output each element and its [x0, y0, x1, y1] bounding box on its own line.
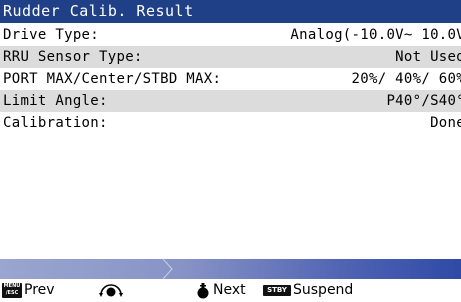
port-center-stbd-value: 20%/ 40%/ 60% — [351, 71, 461, 87]
result-list: Drive Type: Analog(-10.0V~ 10.0V RRU Sen… — [0, 24, 461, 134]
drive-type-label: Drive Type: — [3, 27, 100, 43]
row-rru-sensor-type: RRU Sensor Type: Not Used — [0, 46, 461, 68]
menu-key-top-text: MENU — [3, 283, 21, 289]
rudder-calib-result-screen: Rudder Calib. Result Drive Type: Analog(… — [0, 0, 461, 302]
suspend-button[interactable]: Suspend — [293, 279, 353, 302]
nav-strip — [0, 259, 461, 279]
port-center-stbd-label: PORT MAX/Center/STBD MAX: — [3, 71, 222, 87]
knob-push-icon[interactable] — [196, 283, 210, 299]
calibration-value: Done — [430, 115, 461, 131]
prev-button[interactable]: Prev — [24, 279, 55, 302]
next-button[interactable]: Next — [213, 279, 246, 302]
page-title: Rudder Calib. Result — [0, 0, 461, 23]
nav-chevron-divider — [162, 259, 173, 279]
limit-angle-label: Limit Angle: — [3, 93, 108, 109]
calibration-label: Calibration: — [3, 115, 108, 131]
menu-key-bottom-text: /ESC — [5, 290, 19, 296]
row-drive-type: Drive Type: Analog(-10.0V~ 10.0V — [0, 24, 461, 46]
drive-type-value: Analog(-10.0V~ 10.0V — [290, 27, 461, 43]
rru-sensor-type-label: RRU Sensor Type: — [3, 49, 143, 65]
rru-sensor-type-value: Not Used — [395, 49, 461, 65]
row-calibration: Calibration: Done — [0, 112, 461, 134]
row-limit-angle: Limit Angle: P40°/S40° — [0, 90, 461, 112]
row-port-center-stbd: PORT MAX/Center/STBD MAX: 20%/ 40%/ 60% — [0, 68, 461, 90]
stby-key-icon[interactable]: STBY — [263, 285, 291, 296]
rotary-dial-icon[interactable] — [98, 283, 124, 299]
menu-esc-key-icon[interactable]: MENU /ESC — [2, 283, 22, 298]
soft-key-bar: MENU /ESC Prev Next STBY Suspend — [0, 279, 461, 302]
limit-angle-value: P40°/S40° — [386, 93, 461, 109]
